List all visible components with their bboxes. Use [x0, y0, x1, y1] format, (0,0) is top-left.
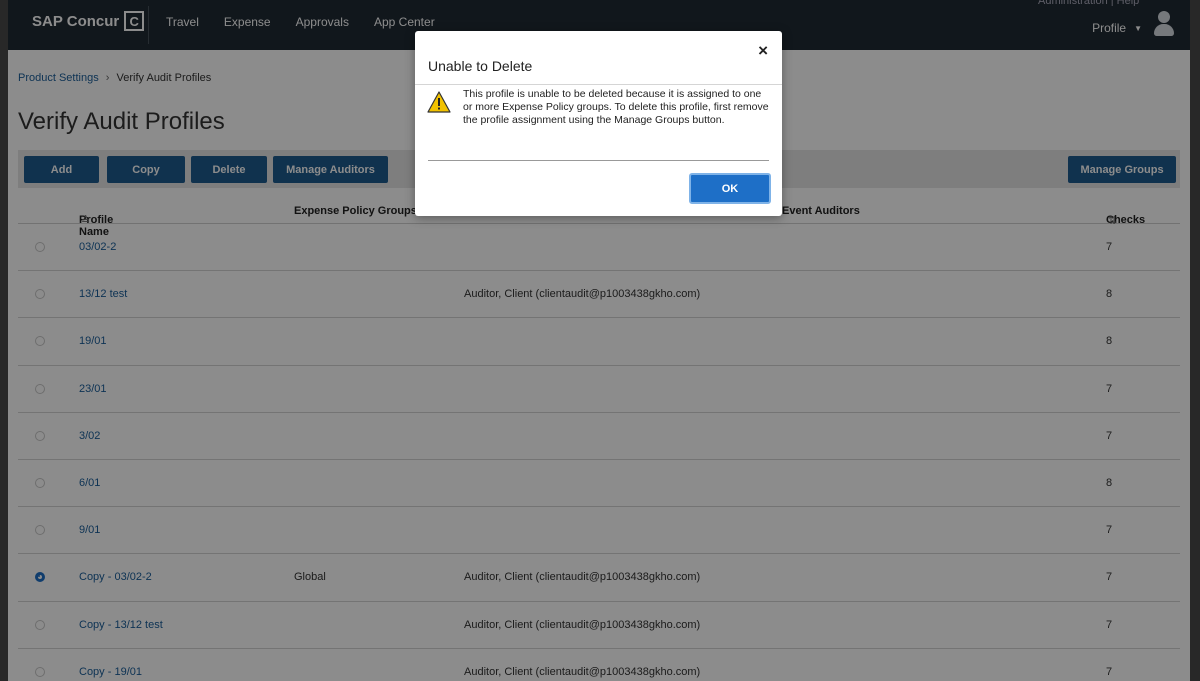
dialog-message: This profile is unable to be deleted bec… — [463, 88, 769, 126]
warning-icon — [427, 91, 451, 113]
dialog-footer-divider — [428, 160, 769, 161]
dialog-divider — [415, 84, 782, 85]
unable-to-delete-dialog: Unable to Delete × This profile is unabl… — [415, 31, 782, 216]
close-icon[interactable]: × — [758, 41, 768, 61]
dialog-title: Unable to Delete — [428, 58, 533, 74]
ok-button[interactable]: OK — [689, 173, 771, 204]
